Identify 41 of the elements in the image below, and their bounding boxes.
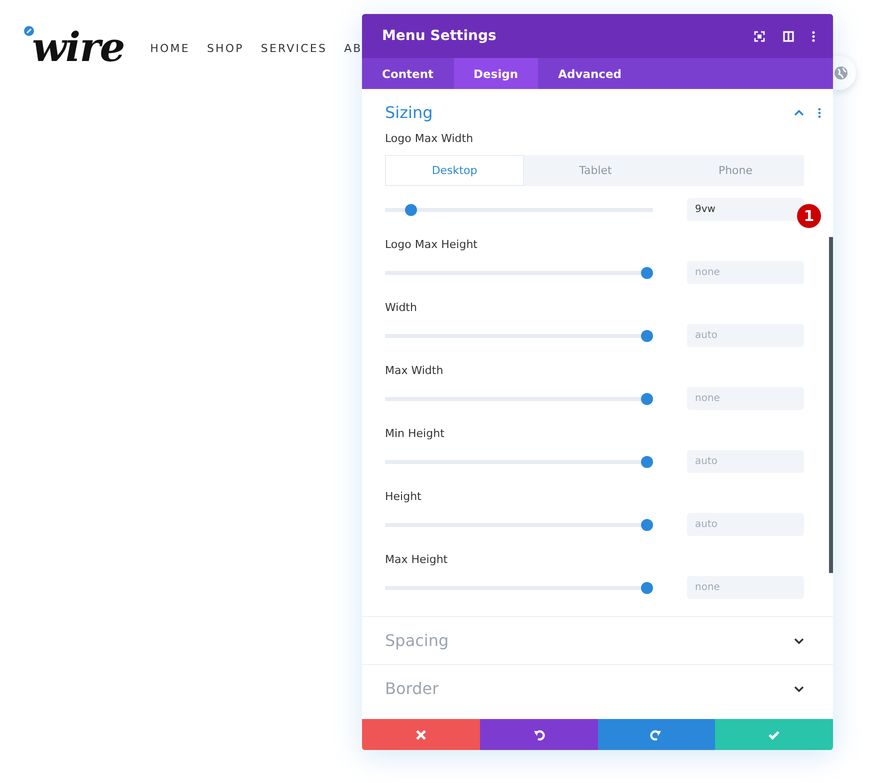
setting-label: Min Height	[385, 427, 446, 440]
value-field[interactable]: auto	[687, 450, 804, 473]
nav-link[interactable]: HOME	[150, 42, 190, 54]
setting-label: Logo Max Height	[385, 238, 478, 251]
value-field[interactable]: 9vw	[687, 198, 804, 221]
expand-icon[interactable]	[794, 638, 804, 644]
setting-label: Height	[385, 490, 422, 503]
scrollbar[interactable]	[829, 237, 833, 573]
value-field[interactable]: none	[687, 261, 804, 284]
edit-icon[interactable]	[24, 26, 34, 36]
value-field[interactable]: none	[687, 576, 804, 599]
collapse-icon[interactable]	[794, 110, 804, 116]
setting-label: Max Width	[385, 364, 444, 377]
nav-link[interactable]: AB	[344, 42, 362, 54]
more-icon[interactable]	[818, 108, 821, 118]
globe-button[interactable]	[833, 56, 856, 90]
device-tab[interactable]: Desktop	[385, 155, 524, 186]
more-icon[interactable]	[812, 30, 815, 42]
nav-link[interactable]: SERVICES	[260, 42, 328, 54]
split-view-icon[interactable]	[783, 30, 794, 42]
redo-icon	[650, 728, 662, 740]
panel-tab[interactable]: Design	[454, 58, 538, 89]
panel-tab[interactable]: Advanced	[538, 58, 642, 89]
site-logo[interactable]: wire	[32, 24, 124, 71]
cancel-icon	[414, 728, 427, 740]
value-field[interactable]: auto	[687, 324, 804, 347]
save-icon	[768, 728, 780, 740]
setting-label: Max Height	[385, 553, 449, 566]
value-field[interactable]: none	[687, 387, 804, 410]
panel-title: Menu Settings	[382, 28, 498, 44]
setting-label: Logo Max Width	[385, 132, 474, 145]
value-field[interactable]: auto	[687, 513, 804, 536]
nav-link[interactable]: SHOP	[206, 42, 244, 54]
globe-icon	[834, 66, 848, 80]
panel-tab[interactable]: Content	[362, 58, 454, 89]
undo-icon	[532, 728, 545, 740]
fullscreen-icon[interactable]	[754, 30, 765, 42]
step-badge: 1	[797, 204, 821, 228]
section-title[interactable]: Sizing	[385, 103, 794, 122]
setting-label: Width	[385, 301, 418, 314]
expand-icon[interactable]	[794, 686, 804, 692]
